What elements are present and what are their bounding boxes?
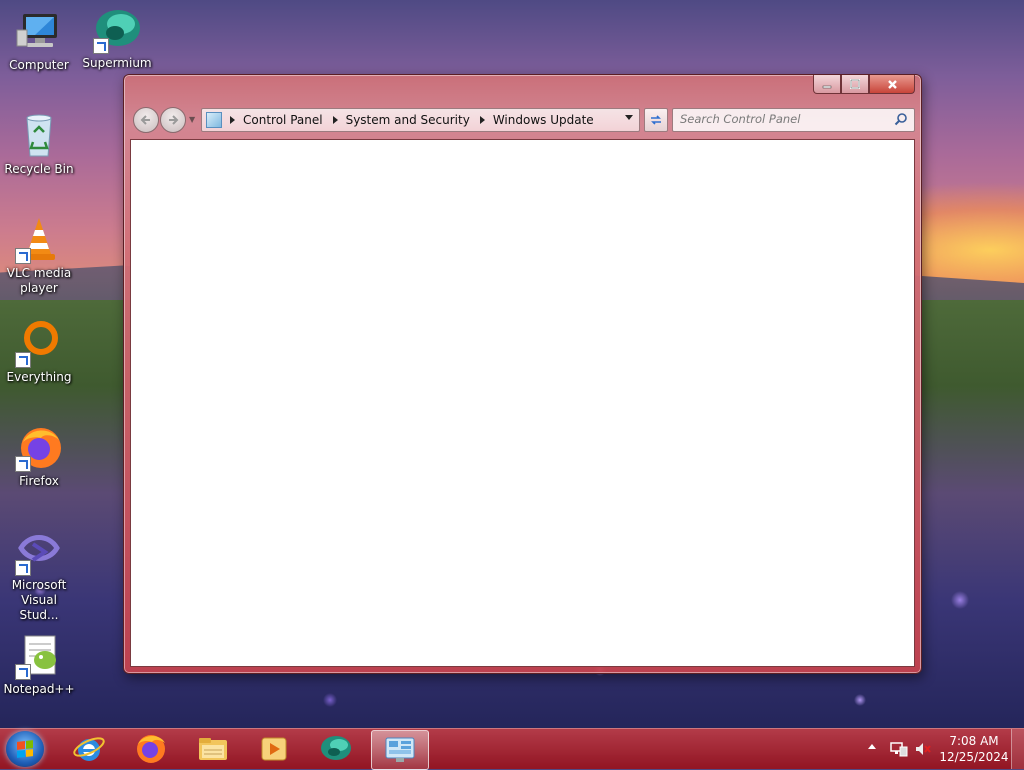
refresh-icon [651,115,661,125]
file-explorer-icon [199,738,227,760]
taskbar-internet-explorer[interactable] [64,730,114,768]
desktop-icon-label: Firefox [19,474,59,488]
minimize-icon [822,85,832,89]
back-arrow-icon [140,115,150,125]
back-button[interactable] [133,107,159,133]
address-bar[interactable]: Control Panel System and Security Window… [201,108,640,132]
search-input[interactable] [673,109,885,129]
window-content-area[interactable] [130,139,915,667]
shortcut-arrow-icon [15,456,31,472]
desktop-icon-label: Microsoft Visual Stud... [11,578,67,622]
start-button[interactable] [6,731,44,767]
desktop-icon-visual-studio[interactable]: Microsoft Visual Stud... [0,528,78,623]
caption-buttons [813,75,915,94]
internet-explorer-icon [73,737,105,761]
notepad-plus-plus-icon [15,632,63,680]
breadcrumb-windows-update[interactable]: Windows Update [493,113,594,127]
address-history-dropdown-icon[interactable] [625,115,633,120]
control-panel-window[interactable]: ▼ Control Panel System and Security Wind… [123,74,922,674]
breadcrumb-separator-icon[interactable] [332,116,338,124]
network-icon[interactable] [890,741,908,760]
control-panel-icon [385,737,415,762]
navigation-bar: ▼ Control Panel System and Security Wind… [131,106,915,133]
volume-muted-icon[interactable] [914,741,932,760]
breadcrumb-separator-icon[interactable] [479,116,485,124]
shortcut-arrow-icon [15,664,31,680]
computer-icon [15,8,63,56]
close-button[interactable] [869,75,915,94]
taskbar-supermium[interactable] [311,730,361,768]
supermium-icon [93,6,141,54]
firefox-icon [137,735,165,763]
show-hidden-icons-button[interactable] [868,744,876,749]
shortcut-arrow-icon [15,352,31,368]
system-clock[interactable]: 7:08 AM 12/25/2024 [938,733,1010,765]
desktop-icon-supermium[interactable]: Supermium [78,6,156,71]
refresh-button[interactable] [644,108,668,132]
desktop-icon-label: Everything [6,370,72,384]
shortcut-arrow-icon [15,560,31,576]
desktop-icon-label: Recycle Bin [4,162,74,176]
desktop-icon-label: Computer [9,58,69,72]
clock-date: 12/25/2024 [939,750,1009,764]
search-box[interactable] [672,108,915,132]
shortcut-arrow-icon [15,248,31,264]
desktop-icon-recycle-bin[interactable]: Recycle Bin [0,112,78,177]
desktop-icon-firefox[interactable]: Firefox [0,424,78,489]
recycle-bin-icon [15,112,63,160]
maximize-icon [850,79,860,89]
breadcrumb-control-panel[interactable]: Control Panel [243,113,323,127]
taskbar-file-explorer[interactable] [188,730,238,768]
supermium-icon [321,736,351,760]
taskbar-control-panel[interactable] [371,730,429,770]
close-icon [887,79,897,89]
control-panel-icon [206,112,222,128]
minimize-button[interactable] [813,75,841,94]
forward-arrow-icon [169,115,179,125]
media-player-icon [261,737,287,761]
search-icon[interactable] [894,112,908,126]
desktop-icon-label: Supermium [82,56,152,70]
forward-button[interactable] [160,107,186,133]
desktop-icon-notepad-plus-plus[interactable]: Notepad++ [0,632,78,697]
taskbar-media-player[interactable] [249,730,299,768]
vlc-cone-icon [15,216,63,264]
windows-logo-icon [17,740,33,758]
desktop-icon-label: VLC media player [6,266,72,295]
clock-time: 7:08 AM [949,734,999,748]
everything-search-icon [15,320,63,368]
breadcrumb-system-and-security[interactable]: System and Security [346,113,470,127]
desktop-icon-label: Notepad++ [3,682,75,696]
taskbar-firefox[interactable] [126,730,176,768]
shortcut-arrow-icon [93,38,109,54]
desktop-icon-computer[interactable]: Computer [0,8,78,73]
desktop-icon-vlc[interactable]: VLC media player [0,216,78,296]
taskbar: 7:08 AM 12/25/2024 [0,728,1024,770]
maximize-button[interactable] [841,75,869,94]
recent-pages-dropdown-icon[interactable]: ▼ [189,115,195,124]
firefox-icon [15,424,63,472]
desktop-icon-everything[interactable]: Everything [0,320,78,385]
show-desktop-button[interactable] [1011,729,1024,769]
visual-studio-icon [15,528,63,576]
breadcrumb-separator-icon[interactable] [230,116,235,124]
